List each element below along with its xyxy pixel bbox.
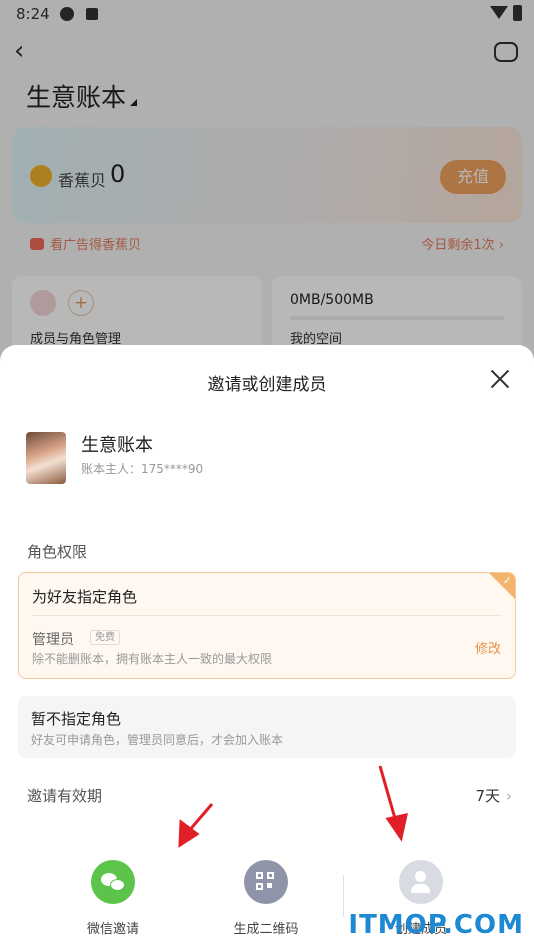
arrow-2-head	[385, 813, 408, 842]
arrow-1	[178, 803, 214, 848]
annotation-arrows	[178, 765, 408, 848]
arrow-2	[378, 765, 408, 842]
arrow-1-shaft	[186, 803, 214, 833]
watermark: ITMOP.COM	[348, 910, 524, 940]
arrow-2-shaft	[378, 765, 398, 823]
